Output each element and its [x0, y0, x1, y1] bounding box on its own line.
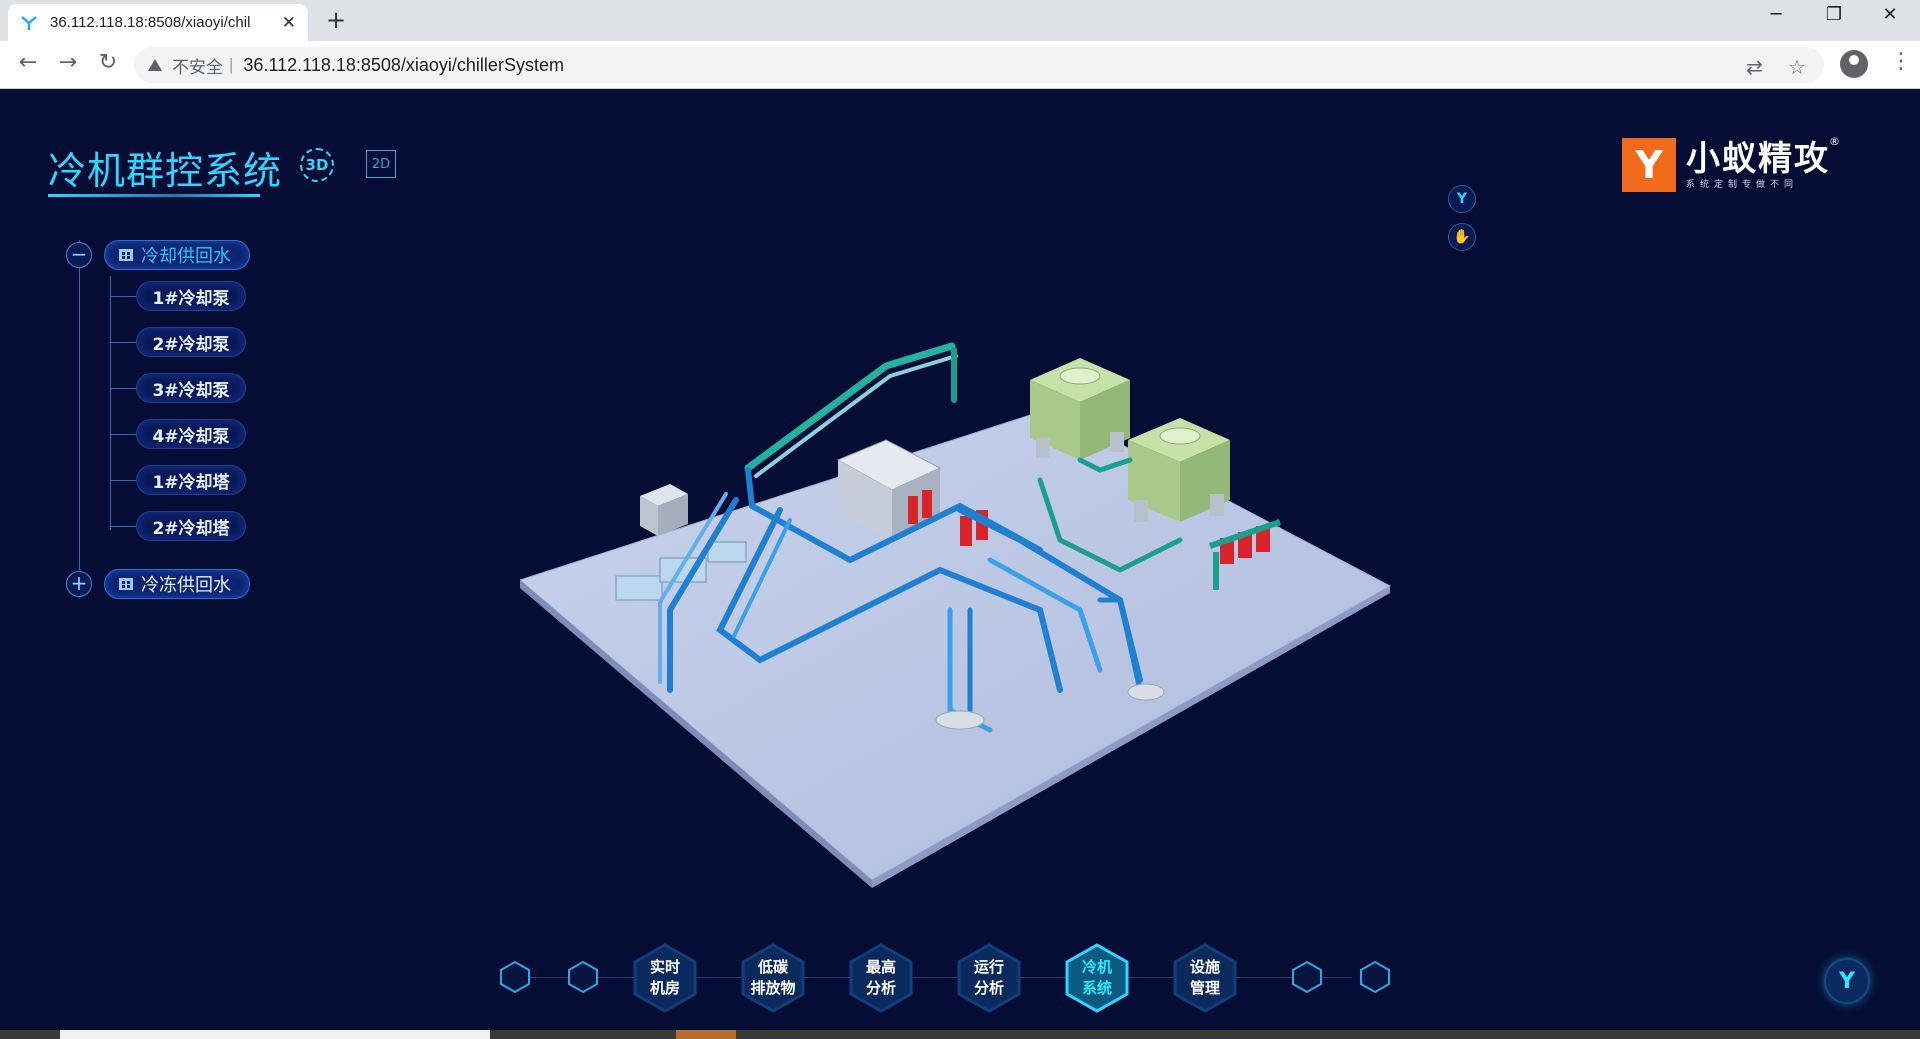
taskbar-window[interactable]: [60, 1030, 490, 1039]
tree-item-tower-2[interactable]: 2#冷却塔: [136, 511, 246, 541]
collapse-cooling-toggle[interactable]: −: [66, 242, 92, 268]
app-menu-button[interactable]: Y: [1824, 958, 1870, 1004]
tab-title: 36.112.118.18:8508/xiaoyi/chil: [50, 14, 251, 31]
url-input[interactable]: 不安全 | 36.112.118.18:8508/xiaoyi/chillerS…: [134, 47, 1824, 83]
tree-branch-line: [110, 276, 111, 530]
tree-item-pump-2[interactable]: 2#冷却泵: [136, 327, 246, 357]
reload-icon[interactable]: ↻: [92, 50, 124, 75]
nav-label-line1: 最高: [865, 958, 896, 976]
expand-chilled-toggle[interactable]: +: [66, 571, 92, 597]
nav-label-line1: 设施: [1189, 958, 1220, 976]
browser-tab-bar: 36.112.118.18:8508/xiaoyi/chil ✕ + ─ ❐ ✕: [0, 0, 1920, 41]
tree-group-cooling-water[interactable]: 冷却供回水: [104, 240, 250, 270]
back-icon[interactable]: ←: [12, 50, 44, 75]
tree-item-pump-3[interactable]: 3#冷却泵: [136, 373, 246, 403]
tree-group-label: 冷却供回水: [141, 246, 231, 267]
browser-menu-icon[interactable]: ⋮: [1890, 49, 1912, 74]
tree-trunk-line: [79, 240, 80, 570]
forward-icon[interactable]: →: [52, 50, 84, 75]
tab-close-icon[interactable]: ✕: [282, 13, 296, 33]
plant-3d-scene[interactable]: [520, 310, 1400, 910]
registered-mark: ®: [1829, 134, 1840, 148]
logo-mark-icon: Y: [1622, 138, 1676, 192]
nav-hex-empty-1[interactable]: [498, 960, 532, 994]
insecure-label: 不安全: [172, 57, 223, 77]
restore-icon[interactable]: ❐: [1806, 4, 1862, 25]
tree-connector: [110, 388, 136, 389]
tree-connector: [110, 480, 136, 481]
nav-realtime-room[interactable]: 实时 机房: [630, 942, 700, 1014]
nav-label-line2: 分析: [865, 979, 896, 997]
nav-label-line2: 管理: [1189, 979, 1220, 997]
app-favicon-icon: [21, 15, 37, 30]
bookmark-star-icon[interactable]: ☆: [1788, 55, 1806, 80]
url-text: 36.112.118.18:8508/xiaoyi/chillerSystem: [243, 54, 564, 75]
brand-logo: Y 小蚁精攻 系统定制专做不同 ®: [1622, 135, 1840, 192]
view-2d-button[interactable]: 2D: [366, 150, 396, 178]
pan-hand-icon[interactable]: ✋: [1448, 223, 1476, 251]
nav-chiller-system[interactable]: 冷机 系统: [1062, 942, 1132, 1014]
os-taskbar: [0, 1030, 1920, 1039]
view-3d-button[interactable]: 3D: [300, 148, 334, 182]
tree-connector: [110, 434, 136, 435]
nav-label-line1: 运行: [973, 958, 1004, 976]
nav-label-line1: 实时: [649, 958, 680, 976]
title-underline: [48, 194, 260, 197]
tree-item-pump-1[interactable]: 1#冷却泵: [136, 281, 246, 311]
tree-item-tower-1[interactable]: 1#冷却塔: [136, 465, 246, 495]
bottom-nav: 实时机房 低碳排放物 最高分析 运行分析 冷机系统 设施管理: [490, 938, 1410, 1018]
nav-peak-analysis[interactable]: 最高 分析: [846, 942, 916, 1014]
tree-group-chilled-water[interactable]: 冷冻供回水: [104, 569, 250, 599]
page-title: 冷机群控系统: [48, 149, 283, 193]
chiller-app: 冷机群控系统 3D 2D − 冷却供回水 1#冷却泵 2#冷却泵 3#冷却泵 4…: [0, 90, 1920, 1039]
nav-label-line1: 低碳: [757, 958, 788, 976]
nav-facility-management[interactable]: 设施 管理: [1170, 942, 1240, 1014]
window-close-icon[interactable]: ✕: [1862, 4, 1918, 25]
building-icon: [119, 578, 133, 590]
floor-platform: [520, 407, 1392, 881]
warning-icon[interactable]: [148, 59, 162, 71]
nav-label-line2: 排放物: [750, 979, 796, 997]
nav-label-line2: 机房: [649, 979, 680, 997]
tree-group-label: 冷冻供回水: [141, 575, 231, 596]
logo-name: 小蚁精攻: [1686, 138, 1830, 179]
tree-item-pump-4[interactable]: 4#冷却泵: [136, 419, 246, 449]
translate-icon[interactable]: ⇄: [1746, 55, 1763, 80]
nav-operation-analysis[interactable]: 运行 分析: [954, 942, 1024, 1014]
building-icon: [119, 249, 133, 261]
nav-hex-empty-2[interactable]: [566, 960, 600, 994]
taskbar-app[interactable]: [676, 1030, 736, 1039]
url-separator: |: [229, 55, 234, 74]
minimize-icon[interactable]: ─: [1748, 4, 1804, 25]
browser-tab[interactable]: 36.112.118.18:8508/xiaoyi/chil ✕: [8, 4, 308, 41]
nav-label-line2: 分析: [973, 979, 1004, 997]
nav-label-line2: 系统: [1081, 979, 1112, 997]
cooling-tower-2[interactable]: [1128, 418, 1230, 522]
reset-view-icon[interactable]: Y: [1448, 185, 1476, 213]
logo-subtitle: 系统定制专做不同: [1686, 179, 1799, 190]
nav-label-line1: 冷机: [1081, 958, 1112, 976]
tree-connector: [110, 526, 136, 527]
nav-low-carbon[interactable]: 低碳 排放物: [738, 942, 808, 1014]
cooling-tower-1[interactable]: [1030, 358, 1130, 460]
nav-hex-empty-4[interactable]: [1358, 960, 1392, 994]
profile-avatar-icon[interactable]: [1840, 50, 1868, 78]
nav-hex-empty-3[interactable]: [1290, 960, 1324, 994]
address-bar: ← → ↻ 不安全 | 36.112.118.18:8508/xiaoyi/ch…: [0, 41, 1920, 89]
new-tab-icon[interactable]: +: [326, 6, 346, 34]
tree-connector: [110, 296, 136, 297]
tree-connector: [110, 342, 136, 343]
